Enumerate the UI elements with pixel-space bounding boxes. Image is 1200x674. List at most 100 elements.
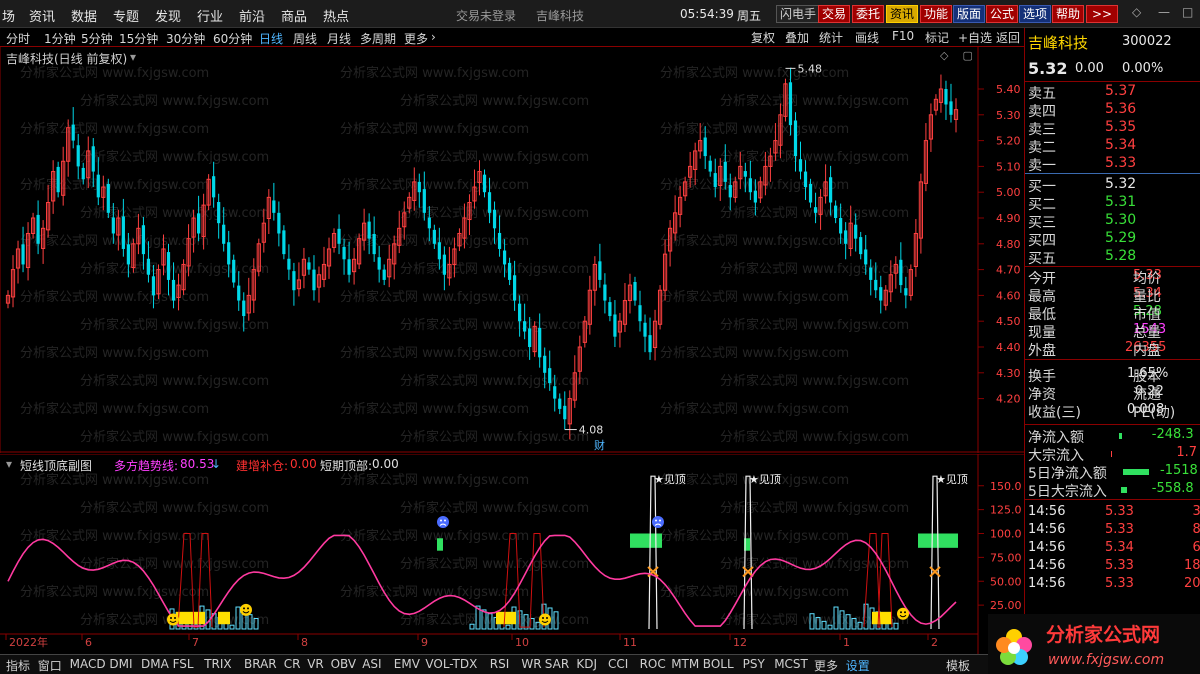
indicator-tab[interactable]: 更多 xyxy=(814,657,838,674)
f10-button[interactable]: F10 xyxy=(892,29,914,43)
menu-item[interactable]: 数据 xyxy=(71,6,97,25)
period-tab-active[interactable]: 日线 xyxy=(259,30,283,47)
indicator-tab[interactable]: CR xyxy=(284,657,301,671)
indicator-tab[interactable]: MCST xyxy=(774,657,808,671)
chevron-right-icon[interactable]: › xyxy=(431,30,436,44)
indicator-tab[interactable]: ROC xyxy=(640,657,666,671)
maximize-icon[interactable]: □ xyxy=(1182,5,1193,19)
menu-item[interactable]: 热点 xyxy=(323,6,349,25)
price-change: 0.00 xyxy=(1075,61,1104,76)
statistics-button[interactable]: 统计 xyxy=(819,29,843,46)
chevron-down-icon[interactable]: ▾ xyxy=(6,457,12,471)
chevron-down-icon[interactable]: ▾ xyxy=(130,50,136,64)
watermark-text: 分析家公式网 www.fxjgsw.com xyxy=(400,317,589,333)
draw-line-button[interactable]: 画线 xyxy=(855,29,879,46)
stat-label: 外盘 xyxy=(1028,343,1056,359)
watermark-text: 分析家公式网 www.fxjgsw.com xyxy=(80,149,269,165)
candle-body-down xyxy=(482,174,487,193)
fund-label: 收益(三) xyxy=(1028,405,1081,421)
stat-label: 市值 xyxy=(1133,307,1161,323)
indicator-tab[interactable]: 指标 xyxy=(6,657,30,674)
more-button[interactable]: >> xyxy=(1086,5,1118,23)
formula-button[interactable]: 公式 xyxy=(986,5,1019,23)
indicator-tab[interactable]: FSL xyxy=(173,657,194,671)
indicator-tab[interactable]: PSY xyxy=(743,657,765,671)
menu-item[interactable]: 资讯 xyxy=(29,6,55,25)
candle-body-down xyxy=(307,262,311,270)
period-tab[interactable]: 60分钟 xyxy=(213,30,252,47)
period-tab[interactable]: 15分钟 xyxy=(119,30,158,47)
menu-item[interactable]: 发现 xyxy=(155,6,181,25)
menu-item[interactable]: 行业 xyxy=(197,6,223,25)
indicator-axis: 150.0 125.0 100.0 75.00 50.00 25.00 xyxy=(978,480,1022,612)
function-button[interactable]: 功能 xyxy=(920,5,953,23)
period-tab[interactable]: 5分钟 xyxy=(81,30,113,47)
indicator-tab[interactable]: CCI xyxy=(608,657,628,671)
bid-price: 5.32 xyxy=(1105,176,1137,192)
indicator-chart[interactable]: 分析家公式网 www.fxjgsw.com 分析家公式网 www.fxjgsw.c… xyxy=(0,454,1024,654)
candle-body-down xyxy=(71,124,75,141)
top-spike xyxy=(648,475,658,630)
candlestick-chart[interactable]: 分析家公式网 www.fxjgsw.com 分析家公式网 www.fxjgsw.c… xyxy=(0,47,1024,453)
watermark-text: 分析家公式网 www.fxjgsw.com xyxy=(660,401,849,417)
trade-button[interactable]: 交易 xyxy=(818,5,851,23)
menu-item[interactable]: 场 xyxy=(2,6,15,25)
period-tab[interactable]: 30分钟 xyxy=(166,30,205,47)
shirt-icon[interactable]: ◇ xyxy=(1132,5,1141,19)
period-tab[interactable]: 月线 xyxy=(327,30,351,47)
add-favorite-button[interactable]: +自选 xyxy=(958,29,992,46)
watermark-text: 分析家公式网 www.fxjgsw.com xyxy=(400,93,589,109)
indicator-tab[interactable]: BRAR xyxy=(244,657,277,671)
price-tick-label: 4.90 xyxy=(996,212,1021,225)
overlay-button[interactable]: 叠加 xyxy=(785,29,809,46)
indicator-name[interactable]: 短线顶底副图 xyxy=(20,457,92,474)
layout-button[interactable]: 版面 xyxy=(953,5,986,23)
indicator-tab[interactable]: SAR xyxy=(545,657,569,671)
diamond-icon[interactable]: ◇ xyxy=(940,49,948,62)
login-status[interactable]: 交易未登录 xyxy=(456,7,516,24)
indicator-tab[interactable]: MACD xyxy=(70,657,106,671)
indicator-tab[interactable]: OBV xyxy=(331,657,357,671)
indicator-tab[interactable]: EMV xyxy=(394,657,420,671)
menu-item[interactable]: 专题 xyxy=(113,6,139,25)
indicator-tab[interactable]: 窗口 xyxy=(38,657,62,674)
adjust-button[interactable]: 复权 xyxy=(751,29,775,46)
close-icon[interactable]: ▢ xyxy=(962,49,972,62)
options-button[interactable]: 选项 xyxy=(1019,5,1052,23)
mark-button[interactable]: 标记 xyxy=(925,29,949,46)
menu-item[interactable]: 前沿 xyxy=(239,6,265,25)
back-button[interactable]: 返回 xyxy=(996,29,1020,46)
indicator-tab[interactable]: RSI xyxy=(490,657,510,671)
candle-body-down xyxy=(643,322,647,337)
indicator-tab[interactable]: BOLL xyxy=(703,657,734,671)
template-button[interactable]: 模板 xyxy=(946,657,970,674)
indicator-tab[interactable]: 设置 xyxy=(846,657,870,674)
top-signal-block xyxy=(437,538,443,551)
tick-price: 5.33 xyxy=(1105,504,1134,519)
ask-label: 卖一 xyxy=(1028,158,1056,174)
news-button[interactable]: 资讯 xyxy=(886,5,919,23)
indicator-tab[interactable]: VR xyxy=(307,657,324,671)
period-tab[interactable]: 1分钟 xyxy=(44,30,76,47)
minimize-icon[interactable]: — xyxy=(1158,5,1170,19)
help-button[interactable]: 帮助 xyxy=(1052,5,1085,23)
flash-trade-button[interactable]: 闪电手 xyxy=(776,5,821,23)
candle-body-down xyxy=(337,228,341,244)
period-tab[interactable]: 更多 xyxy=(404,30,428,47)
finance-marker: 财 xyxy=(594,438,605,452)
indicator-tab[interactable]: TRIX xyxy=(204,657,231,671)
order-button[interactable]: 委托 xyxy=(852,5,885,23)
indicator-tab[interactable]: DMI xyxy=(109,657,132,671)
candle-body-down xyxy=(808,183,813,203)
period-tab[interactable]: 分时 xyxy=(6,30,30,47)
indicator-tab[interactable]: WR xyxy=(521,657,541,671)
indicator-tab[interactable]: MTM xyxy=(671,657,699,671)
period-tab[interactable]: 多周期 xyxy=(360,30,396,47)
indicator-tab[interactable]: KDJ xyxy=(576,657,597,671)
menu-item[interactable]: 商品 xyxy=(281,6,307,25)
period-tab[interactable]: 周线 xyxy=(293,30,317,47)
candle-body-down xyxy=(91,146,95,172)
indicator-tab[interactable]: DMA xyxy=(141,657,169,671)
indicator-tab[interactable]: VOL-TDX xyxy=(425,657,477,671)
indicator-tab[interactable]: ASI xyxy=(362,657,381,671)
